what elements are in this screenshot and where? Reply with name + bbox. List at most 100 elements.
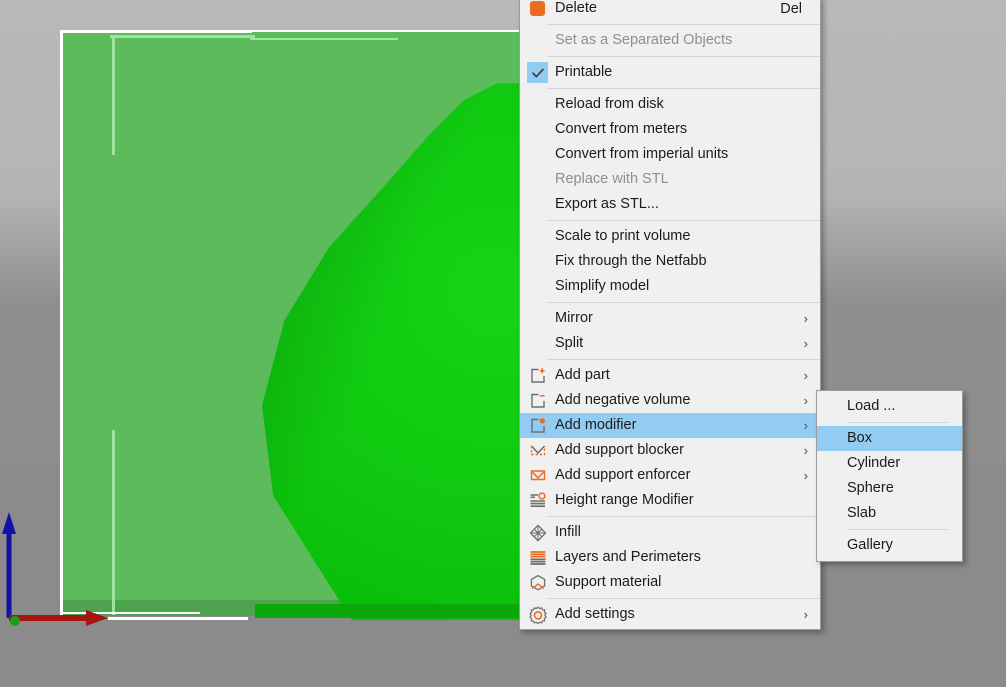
bbox-line-left [60, 30, 63, 435]
menu-icon-placeholder [520, 28, 555, 53]
bbox-line-depth-upper [250, 38, 398, 40]
menu-separator [547, 220, 820, 221]
menu-separator [547, 302, 820, 303]
menu-item-mirror[interactable]: Mirror› [520, 306, 820, 331]
menu-item-label: Add negative volume [555, 388, 820, 413]
menu-item-simplify-model[interactable]: Simplify model [520, 274, 820, 299]
submenu-item-gallery[interactable]: Gallery [817, 533, 962, 558]
menu-item-label: Convert from meters [555, 117, 820, 142]
menu-item-label: Replace with STL [555, 167, 820, 192]
3d-scene-viewport[interactable] [0, 0, 1006, 687]
menu-item-add-support-blocker[interactable]: Add support blocker› [520, 438, 820, 463]
menu-item-export-as-stl[interactable]: Export as STL... [520, 192, 820, 217]
menu-item-label: Set as a Separated Objects [555, 28, 820, 53]
submenu-item-cylinder[interactable]: Cylinder [817, 451, 962, 476]
menu-icon-placeholder [520, 92, 555, 117]
chevron-right-icon: › [804, 602, 808, 627]
menu-item-label: Support material [555, 570, 820, 595]
submenu-item-sphere[interactable]: Sphere [817, 476, 962, 501]
add-modifier-submenu[interactable]: Load ... BoxCylinderSphereSlab Gallery [816, 390, 963, 562]
menu-separator [547, 24, 820, 25]
menu-icon-placeholder [520, 142, 555, 167]
menu-item-label: Export as STL... [555, 192, 820, 217]
submenu-separator [847, 529, 948, 530]
menu-icon-placeholder [520, 117, 555, 142]
support-blocker-icon [520, 438, 555, 463]
menu-item-infill[interactable]: Infill [520, 520, 820, 545]
submenu-item-box[interactable]: Box [817, 426, 962, 451]
menu-item-label: Add settings [555, 602, 820, 627]
menu-icon-placeholder [520, 167, 555, 192]
menu-item-add-settings[interactable]: Add settings› [520, 602, 820, 627]
menu-icon-placeholder [520, 306, 555, 331]
layers-icon [520, 545, 555, 570]
menu-item-convert-from-meters[interactable]: Convert from meters [520, 117, 820, 142]
menu-item-label: Printable [555, 60, 820, 85]
menu-item-height-range-modifier[interactable]: Height range Modifier [520, 488, 820, 513]
chevron-right-icon: › [804, 438, 808, 463]
menu-icon-placeholder [520, 249, 555, 274]
menu-icon-placeholder [520, 331, 555, 356]
bbox-line-depth-vert [112, 37, 115, 155]
add-negative-volume-icon [520, 388, 555, 413]
menu-item-reload-from-disk[interactable]: Reload from disk [520, 92, 820, 117]
chevron-right-icon: › [804, 306, 808, 331]
menu-separator [547, 56, 820, 57]
menu-item-fix-through-netfabb[interactable]: Fix through the Netfabb [520, 249, 820, 274]
menu-separator [547, 598, 820, 599]
support-enforcer-icon [520, 463, 555, 488]
menu-icon-placeholder [520, 274, 555, 299]
support-material-icon [520, 570, 555, 595]
menu-item-convert-from-imperial[interactable]: Convert from imperial units [520, 142, 820, 167]
add-modifier-icon [520, 413, 555, 438]
bbox-line-bottom-front [108, 617, 248, 620]
menu-item-scale-to-print-volume[interactable]: Scale to print volume [520, 224, 820, 249]
printable-checkbox[interactable] [527, 62, 548, 83]
chevron-right-icon: › [804, 463, 808, 488]
infill-icon [520, 520, 555, 545]
menu-item-split[interactable]: Split› [520, 331, 820, 356]
bbox-line-depth-top [110, 35, 255, 38]
object-context-menu[interactable]: DeleteDel Set as a Separated Objects Print… [519, 0, 821, 630]
menu-item-shortcut: Del [780, 1, 820, 17]
menu-item-label: Split [555, 331, 820, 356]
chevron-right-icon: › [804, 413, 808, 438]
menu-item-label: Delete [555, 0, 780, 21]
menu-item-label: Add support blocker [555, 438, 820, 463]
menu-item-label: Simplify model [555, 274, 820, 299]
menu-item-add-part[interactable]: Add part› [520, 363, 820, 388]
menu-item-set-separated-objects: Set as a Separated Objects [520, 28, 820, 53]
chevron-right-icon: › [804, 331, 808, 356]
submenu-separator [847, 422, 948, 423]
menu-item-label: Add support enforcer [555, 463, 820, 488]
menu-separator [547, 88, 820, 89]
menu-item-label: Infill [555, 520, 820, 545]
menu-item-label: Add modifier [555, 413, 820, 438]
menu-separator [547, 516, 820, 517]
add-part-icon [520, 363, 555, 388]
menu-item-printable[interactable]: Printable [520, 60, 820, 85]
menu-item-add-negative-volume[interactable]: Add negative volume› [520, 388, 820, 413]
menu-item-add-modifier[interactable]: Add modifier› [520, 413, 820, 438]
submenu-item-load[interactable]: Load ... [817, 394, 962, 419]
menu-item-support-material[interactable]: Support material [520, 570, 820, 595]
menu-item-layers-and-perimeters[interactable]: Layers and Perimeters [520, 545, 820, 570]
axes-gizmo [0, 490, 120, 630]
checkmark-icon [520, 60, 555, 85]
menu-item-replace-with-stl: Replace with STL [520, 167, 820, 192]
chevron-right-icon: › [804, 388, 808, 413]
chevron-right-icon: › [804, 363, 808, 388]
menu-item-delete[interactable]: DeleteDel [520, 0, 820, 21]
menu-item-label: Convert from imperial units [555, 142, 820, 167]
menu-item-add-support-enforcer[interactable]: Add support enforcer› [520, 463, 820, 488]
delete-icon [520, 0, 555, 21]
menu-item-label: Layers and Perimeters [555, 545, 820, 570]
settings-gear-icon [520, 602, 555, 627]
menu-item-label: Add part [555, 363, 820, 388]
menu-item-label: Height range Modifier [555, 488, 820, 513]
menu-item-label: Mirror [555, 306, 820, 331]
submenu-item-slab[interactable]: Slab [817, 501, 962, 526]
menu-icon-placeholder [520, 192, 555, 217]
menu-item-label: Scale to print volume [555, 224, 820, 249]
menu-icon-placeholder [520, 224, 555, 249]
